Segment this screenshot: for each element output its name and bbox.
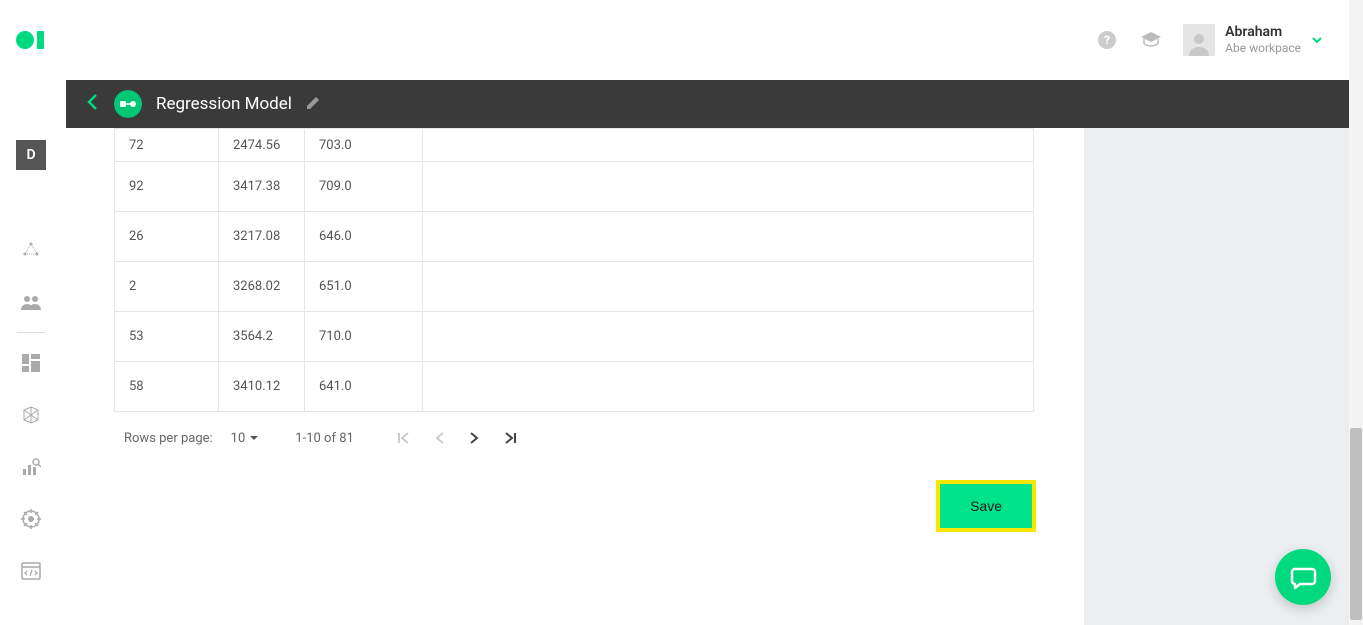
first-page-button[interactable] <box>396 430 412 446</box>
table-row: 2 3268.02 651.0 <box>115 262 1034 312</box>
chat-icon <box>1289 563 1317 591</box>
cell <box>423 129 1034 162</box>
next-page-button[interactable] <box>468 430 480 446</box>
user-menu[interactable]: Abraham Abe workpace <box>1183 24 1323 56</box>
header-right: ? Abraham Abe workpace <box>1095 24 1323 56</box>
cell: 709.0 <box>305 162 423 212</box>
cell: 641.0 <box>305 362 423 412</box>
user-name: Abraham <box>1225 24 1301 41</box>
cell: 92 <box>115 162 219 212</box>
page-title: Regression Model <box>156 94 292 114</box>
chat-button[interactable] <box>1275 549 1331 605</box>
dropdown-icon <box>249 434 259 442</box>
cell <box>423 162 1034 212</box>
chevron-down-icon <box>1311 31 1323 50</box>
cell: 651.0 <box>305 262 423 312</box>
graduation-icon[interactable] <box>1139 28 1163 52</box>
save-button[interactable]: Save <box>940 484 1032 528</box>
cell: 646.0 <box>305 212 423 262</box>
table-row: 58 3410.12 641.0 <box>115 362 1034 412</box>
cell: 710.0 <box>305 312 423 362</box>
logo-icon <box>16 28 46 52</box>
cell: 2 <box>115 262 219 312</box>
scrollbar-thumb[interactable] <box>1350 428 1362 620</box>
user-text: Abraham Abe workpace <box>1225 24 1301 55</box>
cell <box>423 212 1034 262</box>
nav-scatter-icon[interactable] <box>19 238 43 262</box>
model-type-icon <box>114 90 142 118</box>
workspace-name: Abe workpace <box>1225 41 1301 55</box>
scrollbar-track[interactable] <box>1349 0 1363 625</box>
save-highlight: Save <box>936 480 1036 532</box>
cell: 26 <box>115 212 219 262</box>
app-logo[interactable] <box>16 28 46 52</box>
data-table: 72 2474.56 703.0 92 3417.38 709.0 26 321… <box>114 128 1034 446</box>
nav-dashboard-icon[interactable] <box>19 351 43 375</box>
help-icon[interactable]: ? <box>1095 28 1119 52</box>
page-range: 1-10 of 81 <box>295 431 354 446</box>
table-row: 92 3417.38 709.0 <box>115 162 1034 212</box>
svg-text:?: ? <box>1104 33 1110 47</box>
table-row: 26 3217.08 646.0 <box>115 212 1034 262</box>
cell: 3268.02 <box>219 262 305 312</box>
cell: 3564.2 <box>219 312 305 362</box>
title-bar: Regression Model <box>66 80 1349 128</box>
cell <box>423 362 1034 412</box>
nav-code-icon[interactable] <box>19 559 43 583</box>
cell: 703.0 <box>305 129 423 162</box>
rail-badge[interactable]: D <box>16 140 46 170</box>
page-nav <box>396 430 518 446</box>
rail-divider <box>17 332 45 333</box>
table-row: 53 3564.2 710.0 <box>115 312 1034 362</box>
cell: 2474.56 <box>219 129 305 162</box>
rows-per-page-select[interactable]: 10 <box>231 431 260 446</box>
pagination: Rows per page: 10 1-10 of 81 <box>114 412 1034 446</box>
edit-title-button[interactable] <box>306 95 320 114</box>
nav-network-icon[interactable] <box>19 403 43 427</box>
rows-per-page-label: Rows per page: <box>124 431 213 446</box>
nav-gear-icon[interactable] <box>19 507 43 531</box>
cell: 58 <box>115 362 219 412</box>
cell: 3417.38 <box>219 162 305 212</box>
cell: 3217.08 <box>219 212 305 262</box>
cell: 72 <box>115 129 219 162</box>
cell: 53 <box>115 312 219 362</box>
nav-analytics-icon[interactable] <box>19 455 43 479</box>
nav-people-icon[interactable] <box>19 290 43 314</box>
cell: 3410.12 <box>219 362 305 412</box>
left-rail: D <box>0 140 62 583</box>
content-area: 72 2474.56 703.0 92 3417.38 709.0 26 321… <box>66 128 1084 625</box>
back-button[interactable] <box>86 92 100 116</box>
last-page-button[interactable] <box>502 430 518 446</box>
cell <box>423 262 1034 312</box>
rows-per-page-value: 10 <box>231 431 246 446</box>
prev-page-button[interactable] <box>434 430 446 446</box>
avatar <box>1183 24 1215 56</box>
cell <box>423 312 1034 362</box>
top-header: ? Abraham Abe workpace <box>0 0 1363 80</box>
table-row: 72 2474.56 703.0 <box>115 129 1034 162</box>
